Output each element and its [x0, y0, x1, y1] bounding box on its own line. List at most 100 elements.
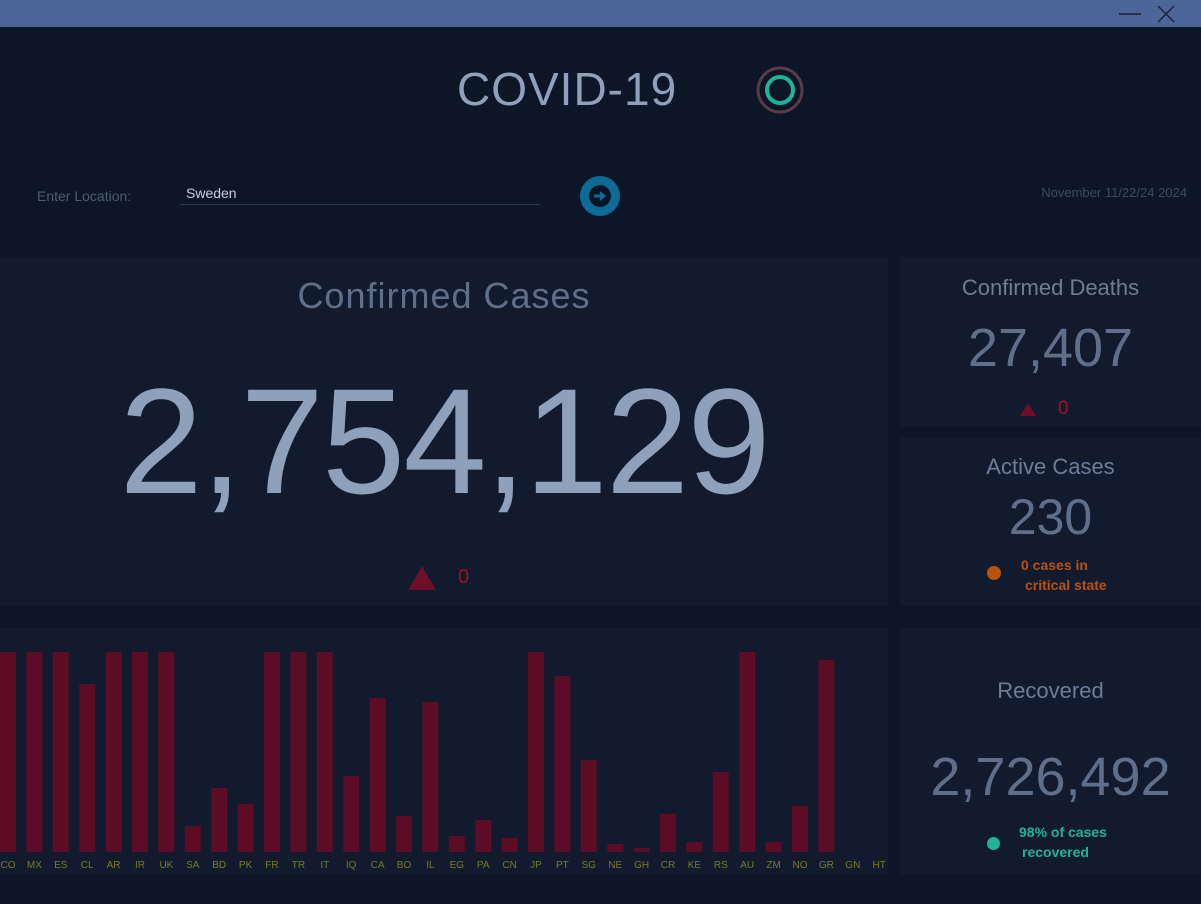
bar-ne	[607, 844, 624, 852]
bar-gh	[633, 848, 650, 852]
bar-il	[422, 702, 439, 852]
bar-iq	[343, 776, 360, 852]
triangle-up-icon	[408, 566, 436, 590]
bar-no	[792, 806, 808, 852]
recovered-dot-icon	[987, 837, 1000, 850]
tick-label-ir: IR	[135, 860, 145, 871]
critical-note-line1: 0 cases in	[1021, 557, 1088, 573]
location-label: Enter Location:	[37, 188, 132, 204]
tick-label-pk: PK	[239, 860, 253, 871]
confirmed-cases-panel: Confirmed Cases 2,754,129 0	[0, 257, 888, 606]
bar-zm	[765, 842, 782, 852]
recovered-note: 98% of cases recovered	[1019, 822, 1107, 862]
tick-label-sg: SG	[582, 860, 597, 871]
tick-label-no: NO	[793, 860, 808, 871]
tick-label-au: AU	[740, 860, 754, 871]
bar-gr	[818, 660, 835, 852]
critical-dot-icon	[987, 566, 1001, 580]
bar-ca	[369, 698, 386, 852]
search-submit-button[interactable]	[580, 176, 620, 216]
tick-label-mx: MX	[27, 860, 42, 871]
close-button[interactable]	[1148, 0, 1184, 27]
country-bar-chart: CO MX ES CL AR IR UK SA BD PK FR TR IT IQ CA BO IL EG PA CN…	[0, 628, 888, 874]
bar-bd	[211, 788, 228, 852]
confirmed-deaths-label: Confirmed Deaths	[961, 275, 1140, 300]
recovered-label: Recovered	[997, 678, 1104, 703]
tick-label-rs: RS	[714, 860, 728, 871]
tick-label-it: IT	[320, 860, 329, 871]
bar-pk	[237, 804, 254, 852]
tick-label-cn: CN	[502, 860, 516, 871]
active-cases-label: Active Cases	[986, 454, 1115, 479]
bar-cr	[660, 814, 676, 852]
confirmed-deaths-value: 27,407	[967, 318, 1134, 378]
bar-jp	[528, 652, 544, 852]
tick-label-ht: HT	[873, 860, 886, 871]
confirmed-deaths-panel: Confirmed Deaths 27,407 0	[900, 257, 1201, 427]
tick-label-ke: KE	[688, 860, 702, 871]
bar-pa	[475, 820, 492, 852]
bar-uk	[158, 652, 175, 852]
bar-sa	[184, 826, 201, 852]
bar-au	[739, 652, 756, 852]
confirmed-cases-value: 2,754,129	[119, 357, 770, 525]
bar-cl	[79, 684, 96, 852]
tick-label-jp: JP	[530, 860, 542, 871]
tick-label-iq: IQ	[346, 860, 357, 871]
status-strip	[0, 874, 1201, 904]
tick-label-sa: SA	[186, 860, 200, 871]
bar-it	[316, 652, 333, 852]
location-input[interactable]	[180, 181, 540, 205]
confirmed-cases-label: Confirmed Cases	[297, 275, 591, 316]
bar-rs	[712, 772, 729, 852]
bar-fr	[264, 652, 280, 852]
critical-note-line2: critical state	[1025, 577, 1107, 593]
bar-cn	[501, 838, 518, 852]
tick-label-cr: CR	[661, 860, 675, 871]
tick-label-ar: AR	[107, 860, 121, 871]
bar-bo	[396, 816, 412, 852]
tick-label-il: IL	[426, 860, 435, 871]
bar-tr	[290, 652, 307, 852]
tick-label-ne: NE	[608, 860, 622, 871]
tick-label-es: ES	[54, 860, 68, 871]
app-title: COVID-19	[457, 63, 678, 115]
recovered-note-line2: recovered	[1022, 844, 1089, 860]
active-cases-panel: Active Cases 230 0 cases in critical sta…	[900, 438, 1201, 606]
bar-ar	[105, 652, 122, 852]
recovered-note-line1: 98% of cases	[1019, 824, 1107, 840]
window-titlebar	[0, 0, 1201, 27]
bar-es	[52, 652, 69, 852]
bar-mx	[26, 652, 43, 852]
confirmed-delta-value: 0	[458, 566, 470, 588]
tick-label-zm: ZM	[766, 860, 780, 871]
tick-label-fr: FR	[265, 860, 278, 871]
tick-label-uk: UK	[159, 860, 173, 871]
bar-chart-svg: CO MX ES CL AR IR UK SA BD PK FR TR IT IQ CA BO IL EG PA CN…	[0, 652, 886, 871]
tick-label-eg: EG	[450, 860, 465, 871]
tick-label-cl: CL	[81, 860, 94, 871]
tick-label-bo: BO	[397, 860, 412, 871]
deaths-delta-value: 0	[1058, 398, 1069, 419]
triangle-up-icon	[1020, 403, 1036, 416]
current-date: November 11/22/24 2024	[1041, 185, 1187, 200]
tick-label-bd: BD	[212, 860, 226, 871]
tick-label-ca: CA	[371, 860, 385, 871]
tick-label-pt: PT	[556, 860, 569, 871]
minimize-button[interactable]	[1111, 0, 1147, 27]
bar-co	[0, 652, 16, 852]
confirmed-delta: 0	[408, 562, 488, 592]
tick-label-gr: GR	[819, 860, 834, 871]
tick-label-tr: TR	[292, 860, 305, 871]
bar-pt	[554, 676, 571, 852]
active-cases-value: 230	[1008, 489, 1093, 545]
tick-label-pa: PA	[477, 860, 490, 871]
tick-label-gn: GN	[845, 860, 860, 871]
ring-logo-icon	[756, 66, 804, 114]
tick-label-co: CO	[1, 860, 16, 871]
bar-ke	[686, 842, 703, 852]
critical-note: 0 cases in critical state	[1021, 555, 1107, 595]
tick-label-gh: GH	[634, 860, 649, 871]
bar-ir	[132, 652, 148, 852]
bar-eg	[448, 836, 465, 852]
